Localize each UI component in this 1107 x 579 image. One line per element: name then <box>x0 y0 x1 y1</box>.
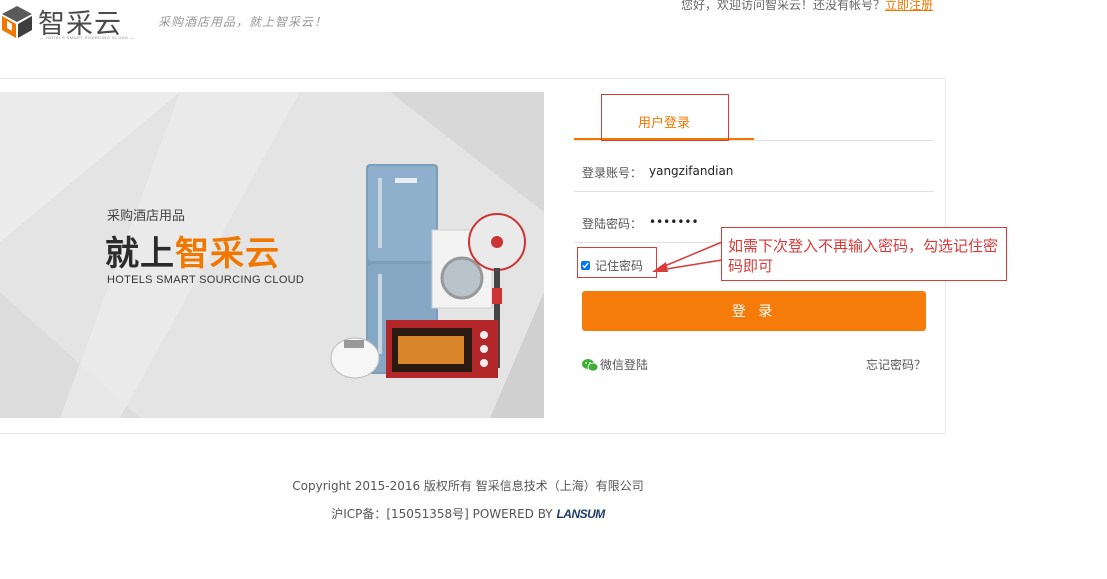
banner-english-text: HOTELS SMART SOURCING CLOUD <box>107 274 305 286</box>
annotation-arrow-icon <box>652 241 723 272</box>
password-label: 登陆密码： <box>582 217 643 231</box>
account-input[interactable] <box>649 160 919 182</box>
wechat-icon <box>582 358 598 371</box>
annotation-box-remember <box>577 247 657 278</box>
wechat-label: 微信登陆 <box>600 358 649 372</box>
banner-headline-prefix: 就上 <box>105 234 175 274</box>
icp-text: 沪ICP备：[15051358号] POWERED BY <box>331 507 557 521</box>
wechat-login[interactable]: 微信登陆 <box>582 356 648 373</box>
banner-headline: 就上智采云 <box>105 226 280 275</box>
oven-image <box>386 320 498 378</box>
register-link[interactable]: 立即注册 <box>885 0 933 12</box>
logo[interactable]: 智采云 — HOTELS SMART SOURCING CLOUD — <box>0 2 140 42</box>
account-row: 登录账号： <box>574 152 934 192</box>
footer-copyright: Copyright 2015-2016 版权所有 智采信息技术（上海）有限公司 <box>292 479 644 493</box>
logo-cube-icon <box>2 6 32 38</box>
welcome-message: 您好，欢迎访问智采云！还没有帐号？ <box>681 0 886 12</box>
banner-small-text: 采购酒店用品 <box>107 209 186 224</box>
annotation-box-tab <box>601 94 729 141</box>
banner: 采购酒店用品 就上智采云 HOTELS SMART SOURCING CLOUD <box>0 92 544 418</box>
lansum-logo[interactable]: LANSUM <box>556 507 605 521</box>
welcome-text: 您好，欢迎访问智采云！还没有帐号？立即注册 <box>681 0 933 13</box>
footer-icp: 沪ICP备：[15051358号] POWERED BY LANSUM <box>0 505 936 522</box>
slogan: 采购酒店用品，就上智采云！ <box>158 15 328 29</box>
rice-cooker-image <box>330 337 380 379</box>
account-label: 登录账号： <box>582 166 643 180</box>
login-button[interactable]: 登 录 <box>582 291 926 331</box>
banner-headline-accent: 智采云 <box>175 234 280 274</box>
annotation-note: 如需下次登入不再输入密码，勾选记住密码即可 <box>721 227 1007 281</box>
forgot-password-link[interactable]: 忘记密码？ <box>866 356 926 373</box>
logo-subtext: — HOTELS SMART SOURCING CLOUD — <box>40 35 135 40</box>
